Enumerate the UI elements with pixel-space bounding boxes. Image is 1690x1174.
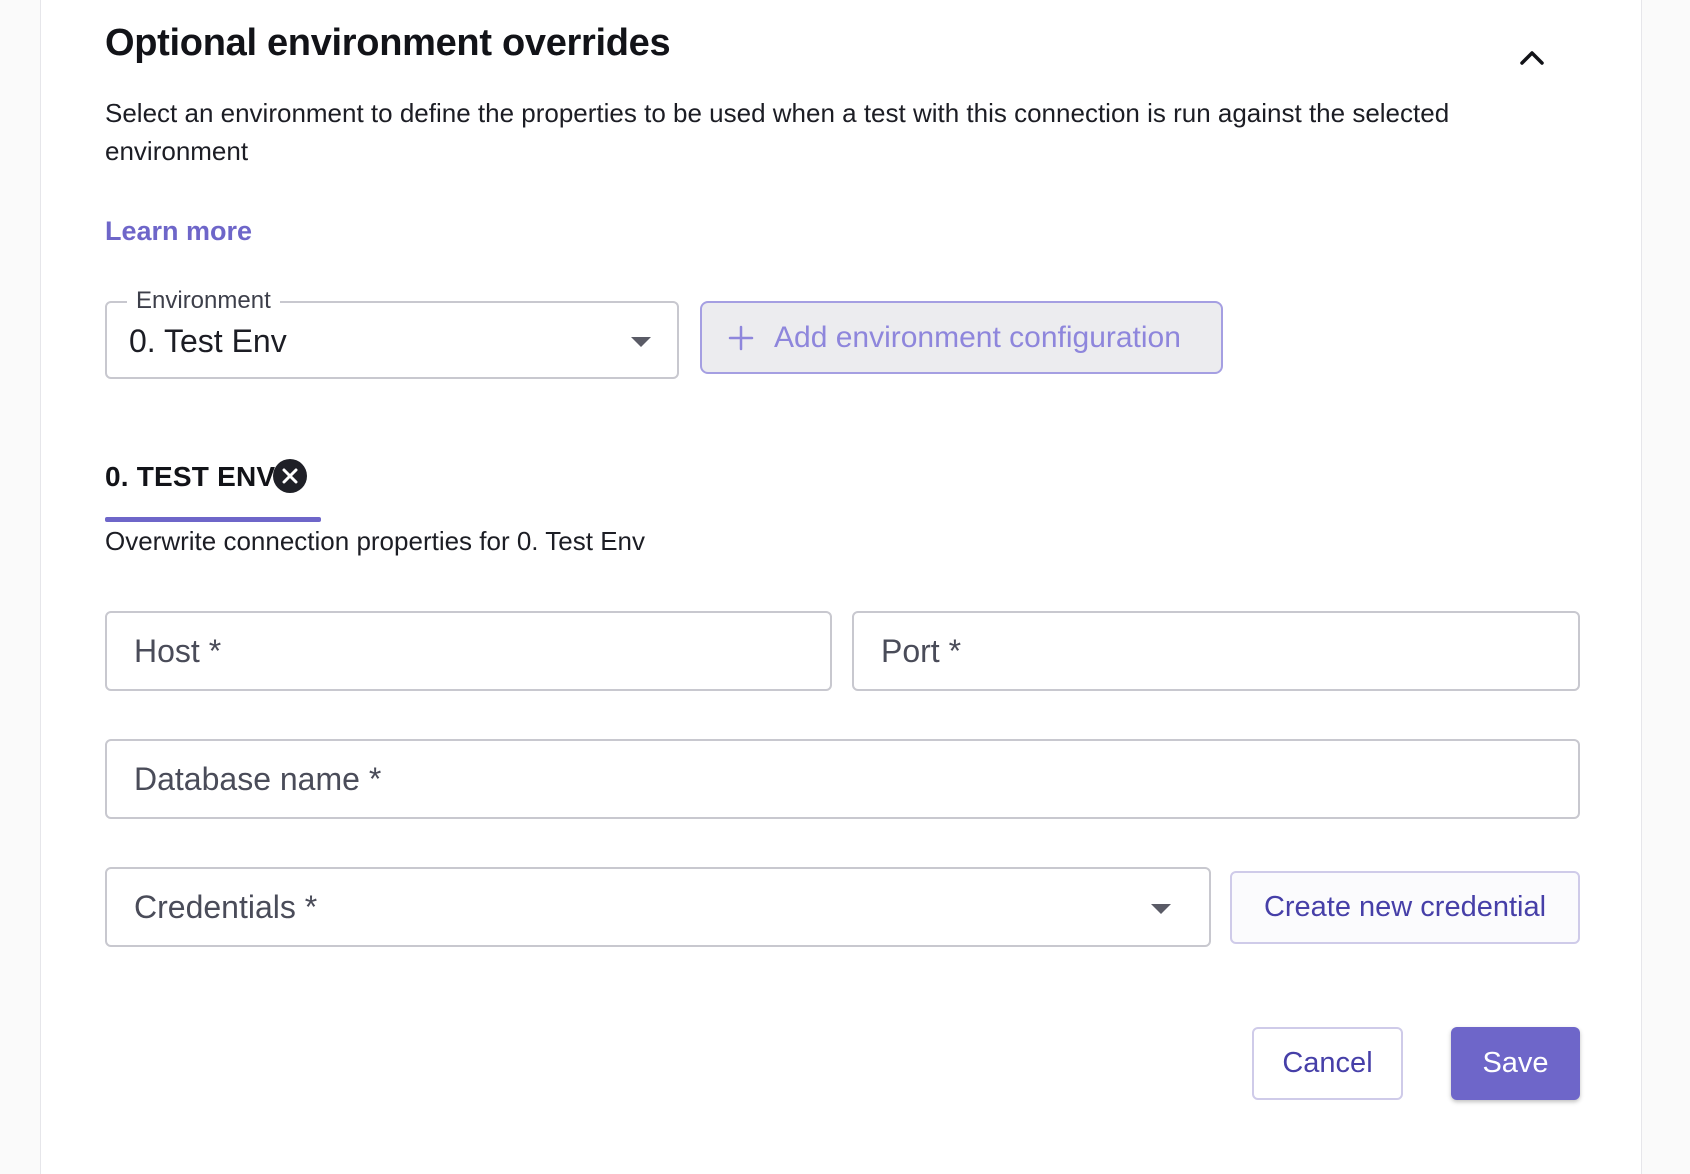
tab-test-env[interactable]: 0. TEST ENV <box>105 455 361 525</box>
dropdown-caret-icon <box>631 337 651 347</box>
port-field[interactable]: Port * <box>852 611 1580 691</box>
credentials-select-label: Credentials * <box>134 889 318 925</box>
host-field-label: Host * <box>134 633 222 669</box>
chevron-up-icon <box>1520 51 1544 65</box>
database-name-field-label: Database name * <box>134 761 382 797</box>
section-description: Select an environment to define the prop… <box>105 98 1450 166</box>
port-field-label: Port * <box>881 633 962 669</box>
dropdown-caret-icon <box>1151 904 1171 914</box>
tab-active-indicator <box>105 517 321 522</box>
collapse-button[interactable] <box>1514 40 1550 76</box>
learn-more-link[interactable]: Learn more <box>105 216 252 247</box>
environment-select[interactable]: Environment 0. Test Env <box>105 286 679 379</box>
database-name-field[interactable]: Database name * <box>105 739 1580 819</box>
overwrite-description: Overwrite connection properties for 0. T… <box>105 526 645 556</box>
create-new-credential-button[interactable]: Create new credential <box>1230 871 1580 944</box>
save-button[interactable]: Save <box>1451 1027 1580 1100</box>
environment-overrides-panel: Optional environment overrides Select an… <box>40 0 1642 1174</box>
cancel-button[interactable]: Cancel <box>1252 1027 1403 1100</box>
tab-label: 0. TEST ENV <box>105 461 276 492</box>
add-environment-configuration-button[interactable]: Add environment configuration <box>700 301 1223 374</box>
close-circle-icon[interactable] <box>273 459 307 493</box>
environment-select-value: 0. Test Env <box>129 323 287 359</box>
environment-select-label: Environment <box>127 286 280 316</box>
section-title: Optional environment overrides <box>105 22 671 64</box>
plus-icon <box>728 325 754 351</box>
credentials-select[interactable]: Credentials * <box>105 867 1211 947</box>
host-field[interactable]: Host * <box>105 611 832 691</box>
add-environment-configuration-label: Add environment configuration <box>774 320 1181 354</box>
